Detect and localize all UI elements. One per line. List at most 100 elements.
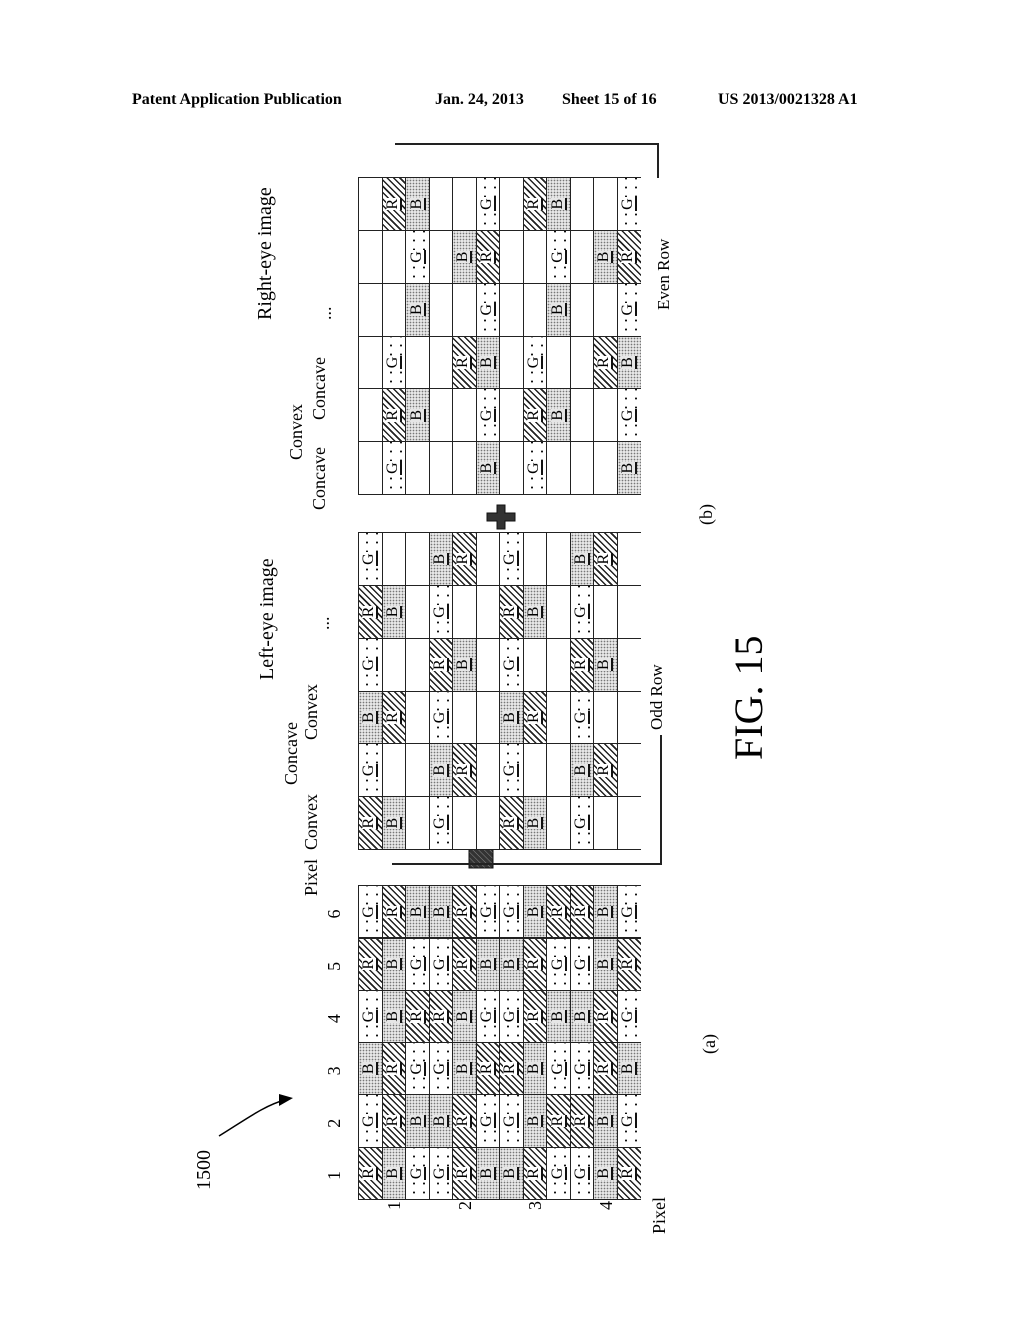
subpixel-R: R (359, 586, 383, 638)
subpixel-letter: R (619, 957, 638, 971)
right-eye-pixel: G (499, 335, 571, 390)
subpixel-R: R (359, 938, 383, 990)
subpixel-letter: B (430, 905, 449, 919)
subpixel-R: R (359, 1147, 383, 1199)
subpixel-empty (570, 231, 594, 283)
subpixel-letter: R (383, 197, 402, 211)
subpixel-empty (476, 691, 500, 744)
left-eye-pixel: RB (428, 637, 500, 692)
right-eye-pixel: RB (499, 177, 571, 231)
subpixel-R: R (382, 1095, 406, 1147)
panel-a-pixel: BRG (569, 989, 641, 1044)
subpixel-empty (453, 691, 477, 744)
subpixel-empty (406, 586, 430, 638)
subpixel-letter: G (430, 710, 449, 725)
panel-a-pixel: RBG (428, 989, 500, 1044)
subpixel-letter: G (501, 763, 520, 778)
panel-a-pixel: GRB (428, 937, 500, 991)
subpixel-letter: R (383, 905, 402, 919)
subpixel-letter: B (383, 605, 402, 619)
subpixel-empty (453, 797, 477, 849)
right-eye-pixel: B (499, 282, 571, 337)
subpixel-letter: B (501, 711, 520, 724)
subpixel-letter: G (478, 1114, 497, 1128)
even-row-bracket (395, 143, 657, 145)
subpixel-G: G (617, 178, 641, 230)
subpixel-G: G (429, 1147, 453, 1199)
right-eye-title: Right-eye image (254, 187, 276, 320)
subpixel-empty (570, 178, 594, 230)
subpixel-empty (476, 586, 500, 638)
subpixel-G: G (382, 442, 406, 494)
subpixel-G: G (429, 938, 453, 990)
subpixel-empty (406, 744, 430, 797)
subpixel-letter: R (501, 1062, 520, 1076)
subpixel-empty (359, 283, 383, 336)
left-eye-pixel: G (428, 690, 500, 745)
left-eye-pixel: BR (499, 690, 571, 745)
subpixel-G: G (570, 1147, 594, 1199)
panel-a-pixel: GBR (569, 1146, 641, 1200)
left-eye-pixel: G (358, 532, 430, 586)
right-eye-pixel: BR (428, 230, 500, 284)
subpixel-G: G (406, 938, 430, 990)
subpixel-R: R (453, 1095, 477, 1147)
left-annot-convex-1: Convex (301, 794, 321, 850)
subpixel-empty (594, 442, 618, 494)
subpixel-R: R (406, 990, 430, 1043)
left-eye-pixel: G (569, 690, 641, 745)
left-eye-pixel: RB (499, 585, 571, 639)
subpixel-empty (617, 586, 641, 638)
right-annot-concave-1: Concave (309, 447, 329, 510)
subpixel-empty (570, 336, 594, 389)
subpixel-letter: R (524, 711, 543, 724)
subpixel-letter: B (595, 658, 614, 672)
subpixel-empty (594, 586, 618, 638)
subpixel-letter: G (501, 657, 520, 672)
subpixel-letter: B (478, 461, 497, 475)
subpixel-letter: G (360, 1009, 379, 1024)
subpixel-B: B (594, 231, 618, 283)
subpixel-empty (382, 533, 406, 585)
subpixel-letter: R (454, 1114, 473, 1128)
subpixel-R: R (382, 886, 406, 938)
subpixel-letter: R (501, 816, 520, 830)
subpixel-B: B (594, 886, 618, 938)
subpixel-B: B (523, 586, 547, 638)
right-eye-pixel: BR (569, 230, 641, 284)
subpixel-G: G (500, 1095, 524, 1147)
panel-a-pixel: BRG (499, 937, 571, 991)
subpixel-R: R (570, 886, 594, 938)
subpixel-B: B (406, 178, 430, 230)
subpixel-B: B (359, 1043, 383, 1095)
subpixel-empty (453, 389, 477, 442)
subpixel-letter: R (360, 1167, 379, 1180)
subpixel-letter: R (407, 1010, 426, 1023)
left-eye-pixel: RB (358, 796, 430, 850)
subpixel-B: B (406, 1095, 430, 1147)
subpixel-G: G (359, 1095, 383, 1147)
left-eye-pixel: BR (569, 743, 641, 798)
subpixel-empty (547, 691, 571, 744)
subpixel-R: R (594, 744, 618, 797)
subpixel-letter: B (407, 408, 426, 422)
right-annot-convex: Convex (286, 404, 306, 460)
subpixel-B: B (406, 886, 430, 938)
subpixel-letter: B (548, 303, 567, 317)
subpixel-G: G (429, 1043, 453, 1095)
subpixel-R: R (382, 1043, 406, 1095)
subpixel-empty (547, 586, 571, 638)
subpixel-letter: R (478, 250, 497, 264)
subpixel-letter: R (524, 957, 543, 971)
panel-a-pixel: GRB (358, 1094, 430, 1148)
subpixel-letter: R (454, 957, 473, 971)
left-annot-ellipsis: ... (313, 616, 333, 631)
subpixel-G: G (476, 389, 500, 442)
subpixel-letter: G (383, 355, 402, 370)
subpixel-letter: B (501, 957, 520, 971)
subpixel-B: B (594, 1095, 618, 1147)
subpixel-R: R (617, 1147, 641, 1199)
subpixel-empty (429, 442, 453, 494)
pixel-row-number: 2 (454, 1201, 475, 1210)
panel-a-pixel: BRG (428, 885, 500, 939)
